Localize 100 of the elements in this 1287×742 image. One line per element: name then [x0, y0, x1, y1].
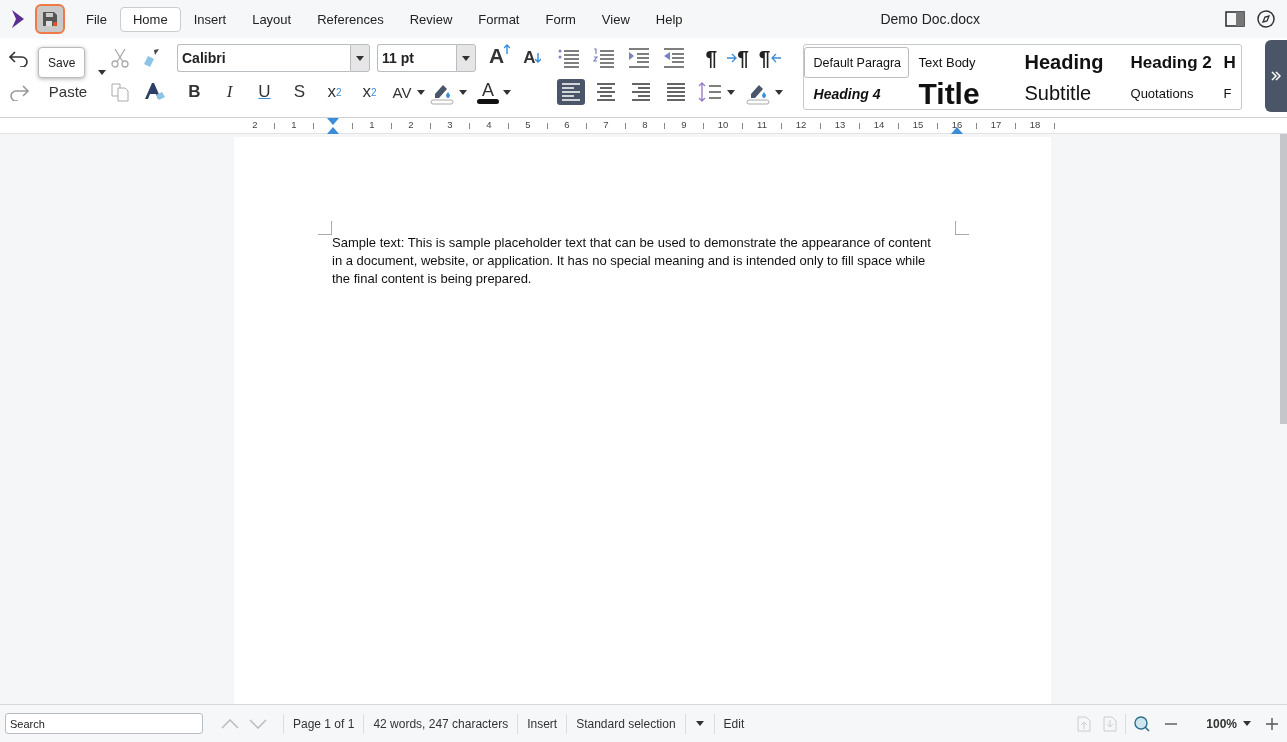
ruler-number: 15 — [912, 120, 924, 130]
word-count: 42 words, 247 characters — [372, 716, 510, 731]
style-option[interactable]: Title — [908, 78, 1015, 109]
menu-tab[interactable]: Layout — [239, 6, 305, 32]
line-spacing-icon[interactable] — [697, 81, 724, 103]
ruler-number: 6 — [564, 120, 570, 130]
menu-tab[interactable]: View — [588, 6, 643, 32]
menu-tab[interactable]: References — [304, 6, 397, 32]
style-option[interactable]: Subtitle — [1014, 78, 1121, 109]
scrollbar-thumb[interactable] — [1280, 134, 1287, 424]
arrow-right-icon — [727, 53, 738, 63]
dropdown-button[interactable] — [456, 44, 476, 72]
document-title: Demo Doc.docx — [879, 11, 982, 27]
align-icon — [595, 81, 618, 103]
caret-icon[interactable] — [459, 89, 467, 95]
style-option[interactable]: H — [1220, 47, 1239, 78]
indent-marker-icon[interactable] — [327, 118, 339, 134]
ruler-number: 10 — [717, 120, 729, 130]
ruler-number: 2 — [252, 120, 258, 130]
caret-icon[interactable] — [727, 89, 736, 95]
formatting-marks-button[interactable]: ¶ — [705, 44, 718, 72]
style-option[interactable]: F — [1220, 78, 1239, 109]
insert-mode: Insert — [526, 716, 559, 731]
margin-corner — [318, 221, 332, 235]
menu-tab[interactable]: Help — [642, 6, 696, 32]
shrink-font-button[interactable]: A — [523, 44, 542, 72]
caret-icon[interactable] — [1243, 721, 1251, 726]
brush-icon[interactable] — [142, 48, 162, 68]
caret-icon[interactable] — [417, 89, 425, 95]
clear-formatting-icon[interactable] — [142, 81, 166, 103]
left-to-right-button[interactable]: ¶ — [727, 44, 749, 72]
menu-tab[interactable]: Home — [119, 6, 181, 32]
dropdown-button[interactable] — [350, 44, 370, 72]
ruler-number: 12 — [795, 120, 807, 130]
style-option[interactable]: Heading 2 — [1120, 47, 1221, 78]
tooltip-text: Save — [48, 56, 76, 70]
caret-icon[interactable] — [356, 55, 364, 61]
zoom-in-icon[interactable] — [1265, 716, 1279, 731]
double-chevron-icon — [1271, 71, 1281, 81]
ruler-number: 9 — [681, 120, 687, 130]
logo-icon — [10, 10, 26, 28]
bold-button[interactable]: B — [177, 78, 212, 106]
selection-mode: Standard selection — [575, 716, 677, 731]
ruler-number: 2 — [408, 120, 414, 130]
margin-corner — [955, 221, 969, 235]
menu-tab[interactable]: Format — [465, 6, 533, 32]
sidebar-toggle-icon[interactable] — [1225, 11, 1245, 27]
redo-icon[interactable] — [8, 83, 30, 101]
arrow-up-icon — [504, 44, 511, 54]
strike-button[interactable]: S — [282, 78, 317, 106]
ruler-number: 4 — [486, 120, 492, 130]
ruler-number: 16 — [951, 120, 963, 130]
right-to-left-button[interactable]: ¶ — [758, 44, 781, 72]
font-size-field[interactable]: 11 pt — [377, 44, 456, 72]
menu-tab[interactable]: Review — [396, 6, 466, 32]
numbered-list-icon[interactable] — [592, 47, 617, 69]
ruler-number: 8 — [642, 120, 648, 130]
caret-icon[interactable] — [503, 89, 511, 95]
caret-icon[interactable] — [695, 721, 704, 726]
compass-icon[interactable] — [1257, 10, 1275, 28]
increase-indent-icon[interactable] — [627, 47, 652, 69]
font-field[interactable]: Calibri — [177, 44, 350, 72]
ruler-number: 5 — [525, 120, 531, 130]
save-button[interactable] — [35, 4, 65, 34]
indent-marker-icon[interactable] — [951, 127, 963, 134]
underline-button[interactable]: U — [247, 78, 282, 106]
caret-icon[interactable] — [775, 89, 784, 95]
zoom-icon[interactable] — [1134, 715, 1151, 732]
align-icon — [665, 81, 688, 103]
ruler-number: 3 — [447, 120, 453, 130]
menu-tab[interactable]: Form — [532, 6, 589, 32]
caret-icon[interactable] — [98, 70, 106, 75]
zoom-level[interactable]: 100% — [1206, 716, 1237, 731]
caret-icon[interactable] — [462, 55, 470, 61]
style-option[interactable]: Heading — [1014, 47, 1121, 78]
undo-icon[interactable] — [8, 49, 30, 67]
style-option[interactable]: Quotations — [1120, 78, 1221, 109]
edit-mode: Edit — [722, 716, 746, 731]
character-spacing-button[interactable]: AV — [387, 78, 417, 106]
ruler-number: 1 — [369, 120, 375, 130]
style-option[interactable]: Heading 4 — [803, 78, 909, 109]
decrease-indent-icon[interactable] — [662, 47, 687, 69]
style-option[interactable]: Default Paragra — [803, 47, 909, 78]
collapse-panel-button[interactable] — [1265, 40, 1287, 112]
italic-button[interactable]: I — [212, 78, 247, 106]
font-color-button[interactable]: A — [473, 78, 503, 106]
arrow-down-icon — [535, 53, 542, 63]
ruler-number: 7 — [603, 120, 609, 130]
grow-font-button[interactable]: A — [489, 44, 511, 72]
ruler-number: 18 — [1029, 120, 1041, 130]
menu-tab[interactable]: Insert — [180, 6, 240, 32]
bullet-list-icon[interactable] — [557, 47, 582, 69]
ruler-number: 14 — [873, 120, 885, 130]
style-option[interactable]: Text Body — [908, 47, 1015, 78]
ruler-number: 11 — [757, 120, 767, 130]
search-field[interactable]: Search — [5, 713, 203, 734]
menu-tab[interactable]: File — [73, 6, 120, 32]
document-paragraph: Sample text: This is sample placeholder text that can be used to demonstrate the appearance of content in a document, website, or application. It has no special meaning and is intended only to fill space while the final content is being prepared. — [332, 234, 932, 288]
page-indicator: Page 1 of 1 — [292, 716, 356, 731]
align-left-button[interactable] — [557, 79, 586, 105]
